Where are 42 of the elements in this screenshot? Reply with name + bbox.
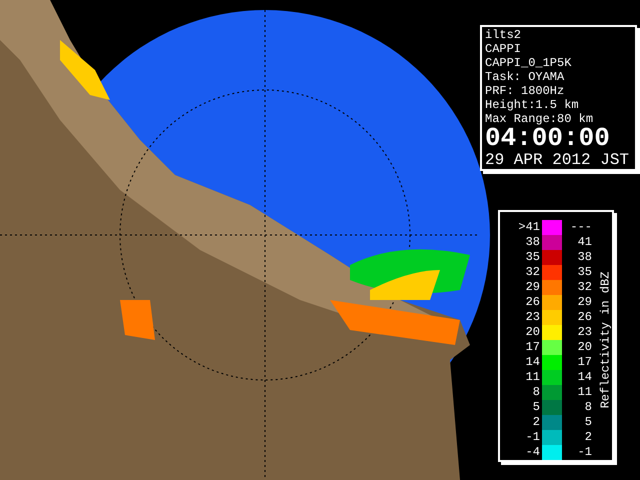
legend-title: Reflectivity in dBZ — [597, 272, 613, 408]
legend-high-value: 41 — [576, 235, 593, 250]
legend-low-value: 35 — [524, 250, 541, 265]
legend-high-value: 2 — [584, 430, 593, 445]
info-line: Max Range:80 km — [485, 112, 594, 126]
legend-high-value: 26 — [576, 310, 593, 325]
info-line: Task: OYAMA — [485, 70, 566, 84]
legend-high-value: 17 — [576, 355, 593, 370]
legend-low-value: 8 — [532, 385, 541, 400]
legend-high-value: 20 — [576, 340, 593, 355]
legend-high-value: 38 — [576, 250, 593, 265]
legend-high-value: 5 — [584, 415, 593, 430]
legend-low-value: 11 — [524, 370, 541, 385]
legend-low-value: 20 — [524, 325, 541, 340]
legend-low-value: -1 — [524, 430, 541, 445]
legend-high-value: -1 — [576, 445, 593, 460]
legend-low-value: 38 — [524, 235, 541, 250]
legend-high-value: 32 — [576, 280, 593, 295]
legend-low-value: 23 — [524, 310, 541, 325]
info-line: PRF: 1800Hz — [485, 84, 566, 98]
info-line: Height:1.5 km — [485, 98, 580, 112]
legend-high-value: 8 — [584, 400, 593, 415]
time-readout: 04:00:00 — [485, 126, 611, 151]
legend-low-value: 5 — [532, 400, 541, 415]
legend-low-value: 32 — [524, 265, 541, 280]
legend-high-value: 11 — [576, 385, 593, 400]
legend-low-value: 17 — [524, 340, 541, 355]
legend-low-value: 14 — [524, 355, 541, 370]
info-line: CAPPI_0_1P5K — [485, 56, 572, 70]
legend-high-value: 23 — [576, 325, 593, 340]
legend-low-value: 2 — [532, 415, 541, 430]
legend-low-value: -4 — [524, 445, 541, 460]
legend-high-value: 29 — [576, 295, 593, 310]
date-readout: 29 APR 2012 JST — [485, 151, 630, 169]
info-line: CAPPI — [485, 42, 522, 56]
legend-high-value: --- — [569, 220, 593, 235]
legend-low-value: 26 — [524, 295, 541, 310]
info-line: ilts2 — [485, 28, 522, 42]
legend-low-value: 29 — [524, 280, 541, 295]
legend-high-value: 35 — [576, 265, 593, 280]
legend-high-value: 14 — [576, 370, 593, 385]
legend-low-value: >41 — [517, 220, 541, 235]
